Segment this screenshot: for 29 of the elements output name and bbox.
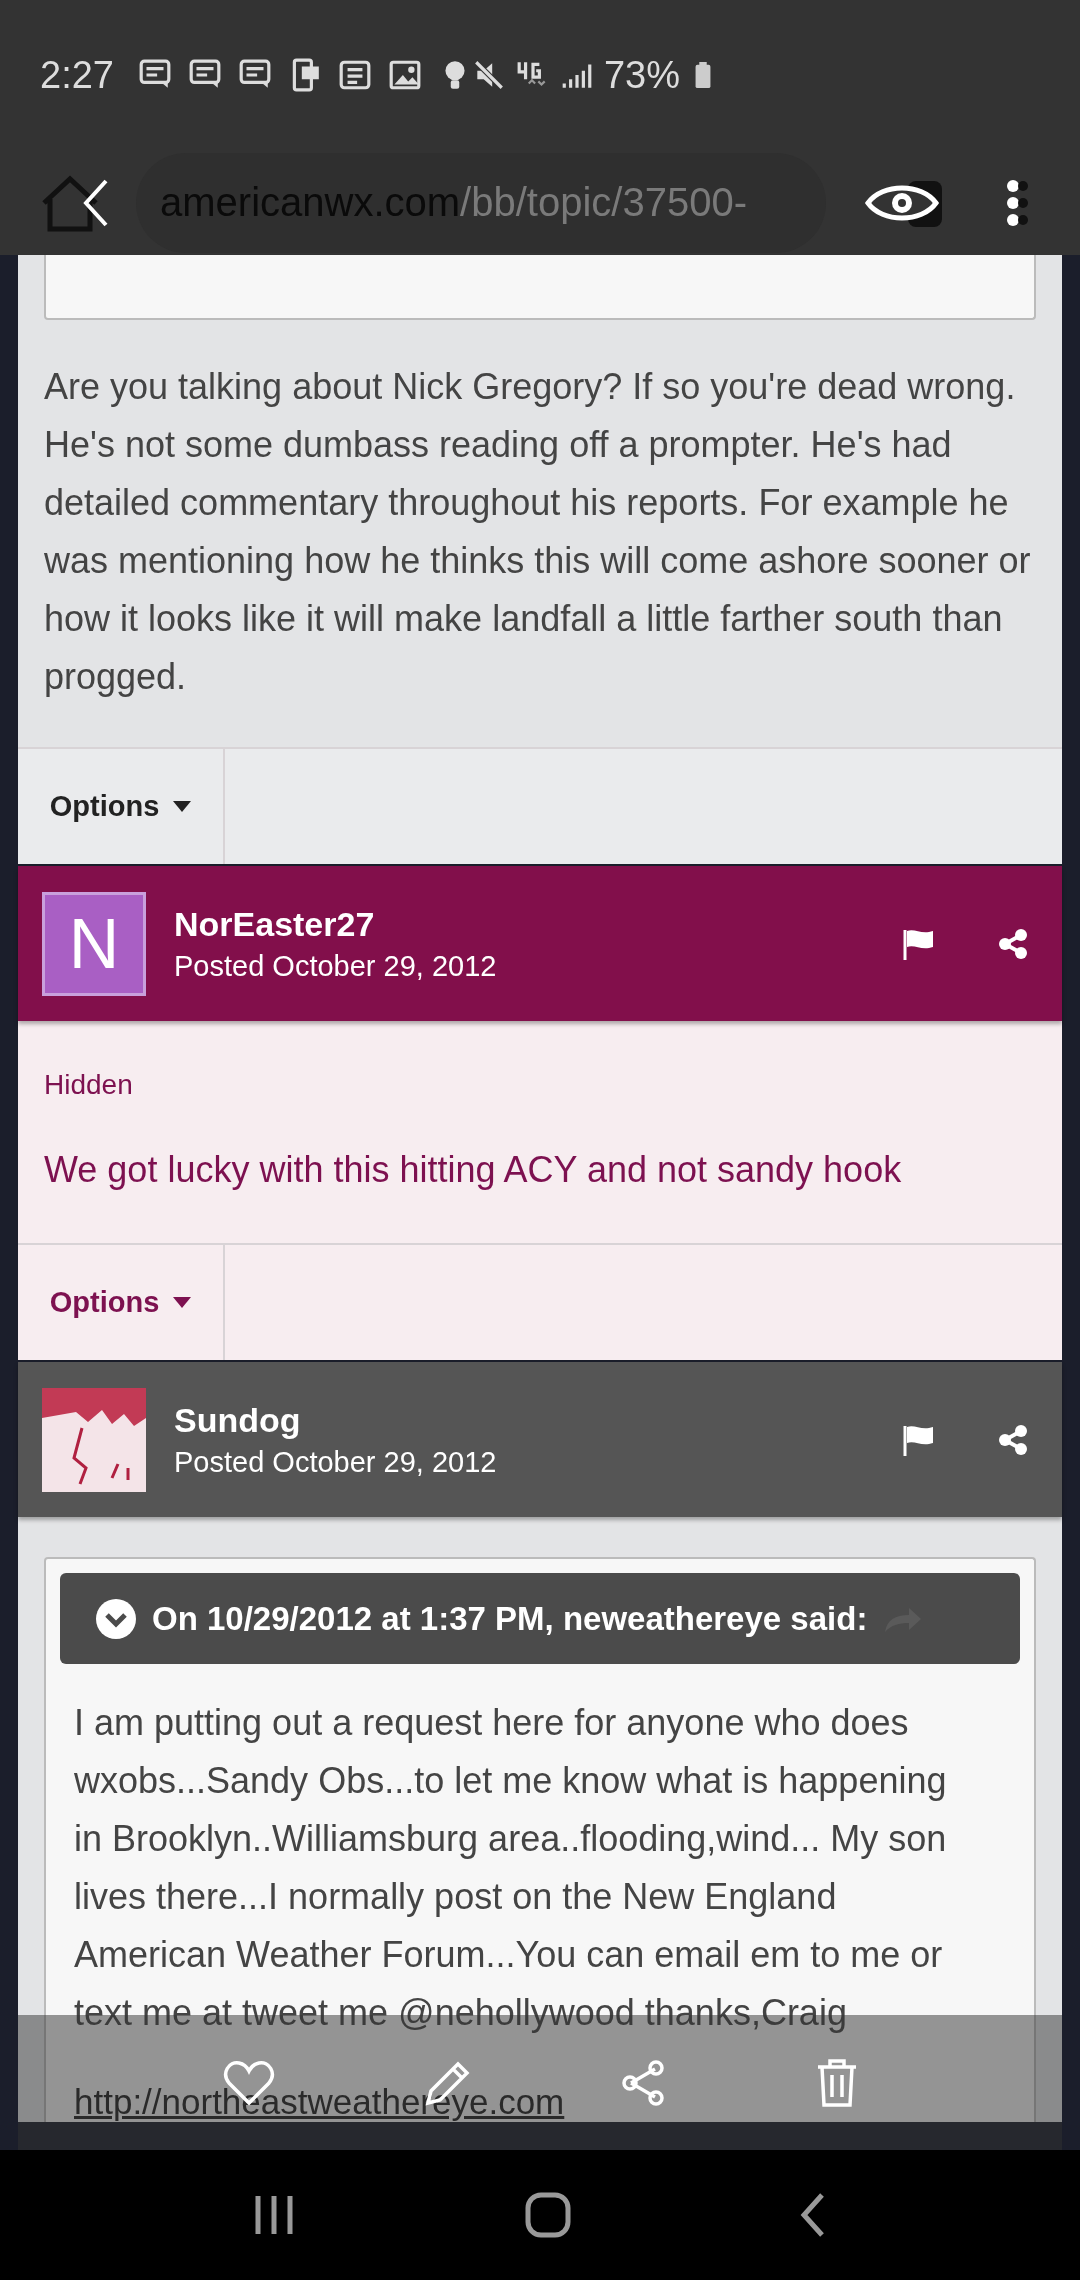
post-date: Posted October 29, 2012 xyxy=(174,949,497,983)
author-name[interactable]: NorEaster27 xyxy=(174,904,375,944)
share-icon[interactable] xyxy=(998,1424,1028,1455)
trash-icon[interactable] xyxy=(815,2057,858,2108)
avatar-image[interactable] xyxy=(42,1387,146,1492)
avatar[interactable]: N xyxy=(42,891,146,996)
quote-attribution: On 10/29/2012 at 1:37 PM, neweathereye said: xyxy=(152,1599,868,1638)
post-text: Are you talking about Nick Gregory? If so you're dead wrong. He's not some dumbass reading off a prompter. He's had detailed commentary throughout his reports. For example he was mentioning how he thinks this will come ashore sooner or how it looks like it will make landfall a little farther south than progged. xyxy=(43,365,1032,699)
website-link[interactable]: http://northeastweathereye.com xyxy=(74,2082,565,2122)
caret-icon xyxy=(173,800,192,813)
home-icon[interactable] xyxy=(525,2192,571,2238)
flag-icon[interactable] xyxy=(902,927,936,960)
author-name[interactable]: Sundog xyxy=(174,1400,301,1440)
post-date: Posted October 29, 2012 xyxy=(174,1445,497,1479)
share-icon[interactable] xyxy=(998,928,1028,959)
flag-icon[interactable] xyxy=(902,1423,936,1456)
post-text: We got lucky with this hitting ACY and not sandy hook xyxy=(43,1148,903,1192)
hidden-label: Hidden xyxy=(43,1068,134,1101)
caret-icon xyxy=(173,1296,192,1309)
options-button[interactable]: Options xyxy=(18,1245,225,1360)
options-button[interactable]: Options xyxy=(18,749,225,864)
image-icon xyxy=(387,58,422,92)
clock-time: 2:27 xyxy=(40,53,114,97)
back-icon[interactable] xyxy=(799,2193,826,2237)
quote-text: I am putting out a request here for anyone who does wxobs...Sandy Obs...to let me know what is happening in Brooklyn..Williamsburg area..flooding,wind... My son lives there...I normally post on the New England American Weather Forum...You can email em to me or text me at tweet me @nehollywood thanks,Craig xyxy=(73,1701,948,2035)
more-options-icon[interactable] xyxy=(1004,177,1030,228)
news-icon xyxy=(337,58,372,92)
battery-percent: 73% xyxy=(603,53,681,97)
collapse-icon[interactable] xyxy=(96,1598,136,1639)
